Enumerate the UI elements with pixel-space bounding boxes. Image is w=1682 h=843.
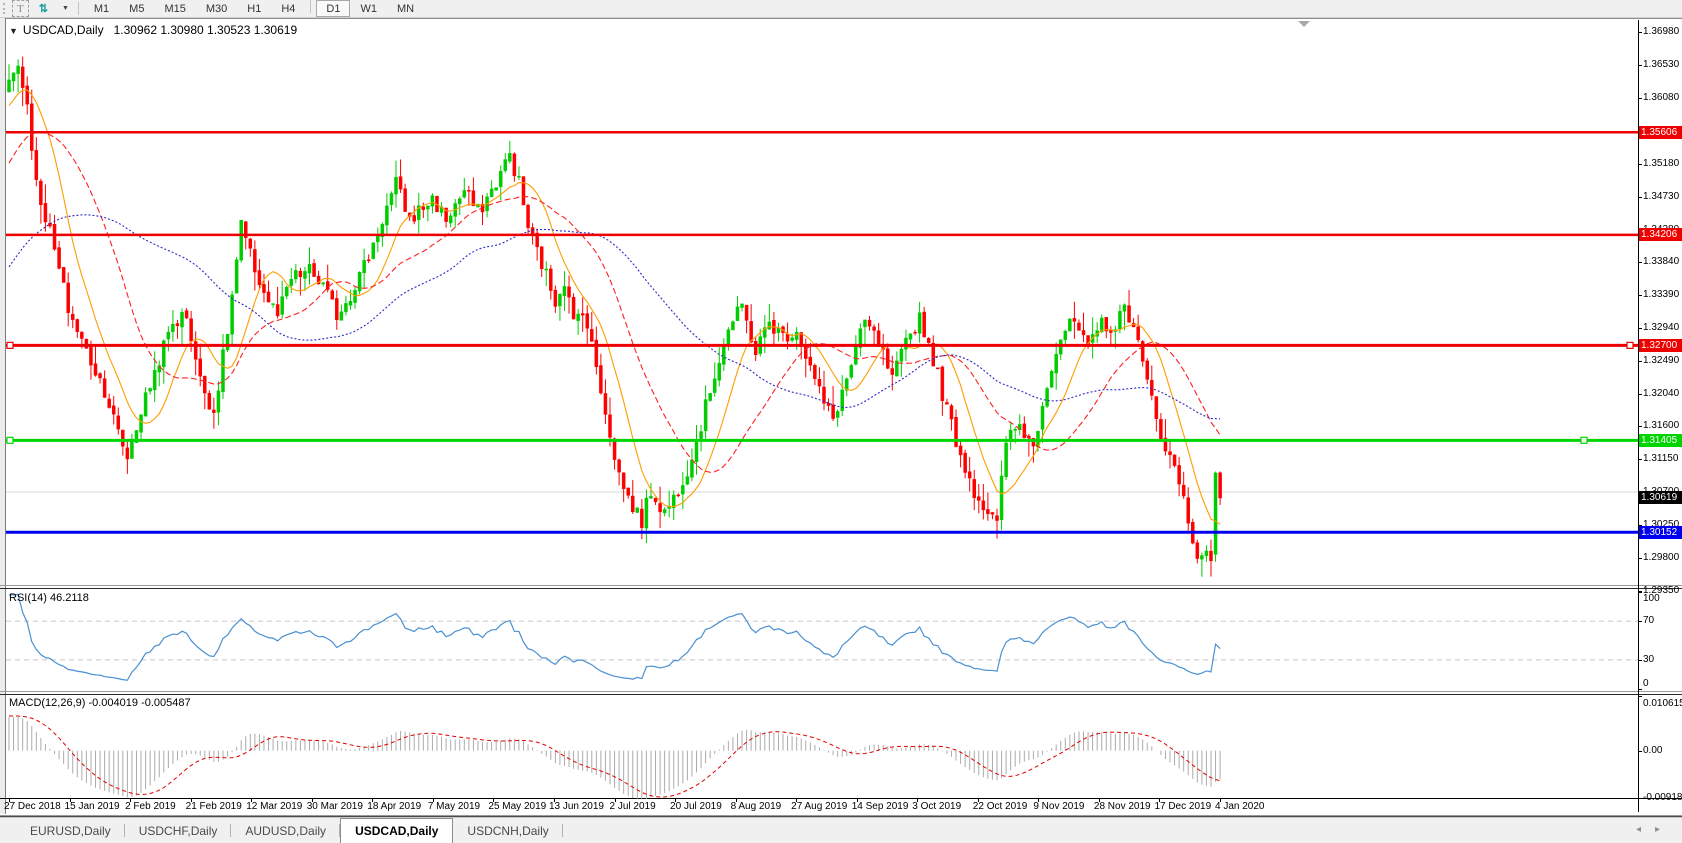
rsi-panel xyxy=(6,593,1638,681)
indicator-tick-mark xyxy=(1638,798,1642,799)
price-tick-label: 1.35180 xyxy=(1643,157,1680,169)
price-tick-mark xyxy=(1638,360,1642,362)
date-tick-label: 17 Dec 2019 xyxy=(1154,801,1212,812)
price-tick-label: 1.36530 xyxy=(1643,58,1680,70)
hline-price-label: 1.30152 xyxy=(1639,525,1682,539)
indicator-tick-label: -0.00918 xyxy=(1643,792,1682,803)
price-tick-label: 1.31150 xyxy=(1643,453,1679,465)
price-tick-mark xyxy=(1638,97,1642,99)
hline-price-label: 1.35606 xyxy=(1639,125,1682,139)
date-tick-label: 12 Mar 2019 xyxy=(246,801,303,812)
hline-price-label: 1.34206 xyxy=(1639,228,1682,242)
indicator-tick-mark xyxy=(1638,621,1642,623)
price-tick-label: 1.33840 xyxy=(1643,255,1680,267)
date-tick-label: 13 Jun 2019 xyxy=(548,801,604,812)
indicator-tick-label: 0 xyxy=(1643,678,1649,689)
main-price-panel xyxy=(6,56,1638,577)
date-tick-label: 4 Jan 2020 xyxy=(1215,801,1265,812)
chart-ohlc-values: 1.30962 1.30980 1.30523 1.30619 xyxy=(113,23,298,37)
price-tick-label: 1.29800 xyxy=(1643,552,1680,564)
ma-25-line xyxy=(8,131,1221,473)
horizontal-lines-layer xyxy=(6,131,1638,534)
price-tick-mark xyxy=(1638,64,1642,66)
price-tick-mark xyxy=(1638,558,1642,560)
price-tick-mark xyxy=(1638,294,1642,296)
chart-title-bar: ▼ USDCAD,Daily 1.30962 1.30980 1.30523 1.3… xyxy=(9,23,297,37)
hline-price-label: 1.31405 xyxy=(1639,433,1682,447)
date-tick-label: 25 May 2019 xyxy=(488,801,547,812)
date-tick-label: 14 Sep 2019 xyxy=(851,801,909,812)
date-tick-label: 3 Oct 2019 xyxy=(912,801,962,812)
hline-handle-left xyxy=(6,436,14,444)
chart-shift-marker-icon xyxy=(1298,21,1310,27)
macd-panel xyxy=(8,715,1221,799)
indicator-tick-mark xyxy=(1638,659,1642,661)
collapse-arrow-icon[interactable]: ▼ xyxy=(9,26,18,36)
date-tick-label: 27 Dec 2018 xyxy=(4,801,61,812)
chart-symbol-title: USDCAD,Daily xyxy=(22,23,104,37)
date-tick-label: 2 Feb 2019 xyxy=(125,801,176,812)
date-tick-label: 27 Aug 2019 xyxy=(791,801,848,812)
tab-eurusd[interactable]: EURUSD,Daily xyxy=(16,818,125,843)
date-tick-label: 20 Jul 2019 xyxy=(670,801,722,812)
price-tick-label: 1.32040 xyxy=(1643,387,1680,399)
price-tick-label: 1.36980 xyxy=(1643,25,1680,37)
price-tick-mark xyxy=(1638,31,1642,33)
price-tick-label: 1.36080 xyxy=(1643,91,1680,103)
price-tick-mark xyxy=(1638,163,1642,165)
tab-audusd[interactable]: AUDUSD,Daily xyxy=(231,818,340,843)
chart-tabs-bar: EURUSD,Daily USDCHF,Daily AUDUSD,Daily USDC… xyxy=(0,817,1682,843)
date-tick-label: 9 Nov 2019 xyxy=(1033,801,1085,812)
tabs-scroll-left-icon[interactable]: ◂ xyxy=(1636,824,1655,835)
price-tick-mark xyxy=(1638,261,1642,263)
hline-price-label: 1.32700 xyxy=(1639,338,1682,352)
rsi-line xyxy=(8,593,1221,681)
hline-handle-right xyxy=(1580,436,1588,444)
tabs-scroll-right-icon[interactable]: ▸ xyxy=(1655,824,1674,835)
indicator-tick-mark xyxy=(1638,592,1642,593)
price-tick-mark xyxy=(1638,426,1642,428)
price-tick-label: 1.34730 xyxy=(1643,190,1680,202)
hline-handle-right xyxy=(1626,341,1634,349)
indicator-tick-mark xyxy=(1638,750,1642,752)
price-tick-label: 1.32490 xyxy=(1643,354,1680,366)
indicator-tick-mark xyxy=(1638,696,1642,697)
chart-tabs: EURUSD,Daily USDCHF,Daily AUDUSD,Daily USDC… xyxy=(16,818,564,843)
price-tick-label: 1.31600 xyxy=(1643,420,1680,432)
indicator-tick-label: 70 xyxy=(1643,615,1655,627)
indicator-tick-mark xyxy=(1638,689,1642,690)
date-tick-label: 8 Aug 2019 xyxy=(730,801,782,812)
price-tick-mark xyxy=(1638,459,1642,461)
date-tick-label: 21 Feb 2019 xyxy=(185,801,242,812)
price-tick-label: 1.33390 xyxy=(1643,288,1680,300)
rsi-indicator-label: RSI(14) 46.2118 xyxy=(9,592,89,604)
indicator-tick-label: 30 xyxy=(1643,653,1655,665)
candles-layer xyxy=(7,56,1222,577)
date-tick-label: 28 Nov 2019 xyxy=(1093,801,1151,812)
tab-usdcad[interactable]: USDCAD,Daily xyxy=(340,818,454,843)
date-tick-label: 30 Mar 2019 xyxy=(306,801,363,812)
date-tick-label: 18 Apr 2019 xyxy=(367,801,422,812)
indicator-tick-label: 0.00 xyxy=(1643,744,1663,756)
price-chart-canvas[interactable] xyxy=(0,0,1682,842)
price-tick-mark xyxy=(1638,196,1642,198)
hline-handle-left xyxy=(6,341,14,349)
date-tick-label: 22 Oct 2019 xyxy=(972,801,1028,812)
current-price-label: 1.30619 xyxy=(1639,491,1682,505)
price-tick-label: 1.32940 xyxy=(1643,321,1680,333)
date-tick-label: 7 May 2019 xyxy=(427,801,481,812)
tabbar-spacer xyxy=(0,818,16,843)
date-tick-label: 15 Jan 2019 xyxy=(64,801,120,812)
indicator-tick-label: 100 xyxy=(1643,593,1660,604)
macd-indicator-label: MACD(12,26,9) -0.004019 -0.005487 xyxy=(9,697,191,709)
tab-usdchf[interactable]: USDCHF,Daily xyxy=(125,818,232,843)
tab-usdcnh[interactable]: USDCNH,Daily xyxy=(453,818,564,843)
price-tick-mark xyxy=(1638,327,1642,329)
date-tick-label: 2 Jul 2019 xyxy=(609,801,656,812)
price-tick-mark xyxy=(1638,393,1642,395)
indicator-tick-label: 0.010615 xyxy=(1643,698,1682,709)
